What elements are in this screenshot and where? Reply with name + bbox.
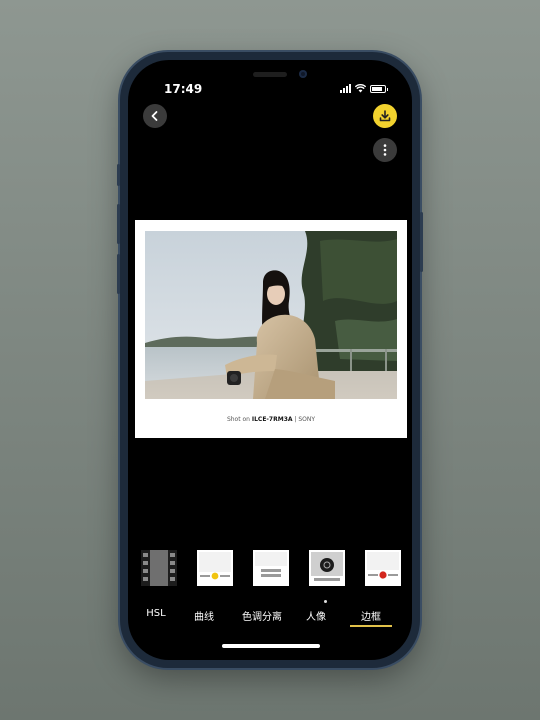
red-logo-bar-icon bbox=[365, 550, 401, 586]
mute-switch bbox=[117, 164, 120, 186]
home-indicator[interactable] bbox=[222, 644, 320, 648]
download-icon bbox=[379, 110, 391, 122]
caption-prefix: Shot on bbox=[226, 416, 252, 423]
wifi-icon bbox=[355, 84, 366, 93]
frame-style-text-bar[interactable] bbox=[253, 550, 289, 586]
chevron-left-icon bbox=[151, 111, 158, 121]
film-frame-icon bbox=[141, 550, 177, 586]
battery-icon bbox=[370, 84, 388, 93]
download-button[interactable] bbox=[373, 104, 397, 128]
tab-portrait[interactable]: 人像 bbox=[298, 608, 334, 623]
camera-brand: SONY bbox=[298, 416, 316, 423]
frame-style-logo-yellow[interactable] bbox=[197, 550, 233, 586]
tab-curves[interactable]: 曲线 bbox=[186, 608, 222, 623]
more-vertical-icon bbox=[383, 144, 387, 156]
front-camera bbox=[299, 70, 307, 78]
volume-up-button bbox=[117, 204, 120, 244]
frame-style-film[interactable] bbox=[141, 550, 177, 586]
camera-model: ILCE-7RM3A bbox=[251, 416, 293, 423]
active-tab-underline bbox=[350, 625, 392, 627]
tab-hsl[interactable]: HSL bbox=[138, 608, 174, 619]
frame-style-strip bbox=[128, 550, 412, 590]
volume-down-button bbox=[117, 254, 120, 294]
status-time: 17:49 bbox=[164, 82, 203, 96]
photo-caption: Shot on ILCE-7RM3A | SONY bbox=[135, 416, 407, 423]
phone-device: 17:49 Shot on ILCE-7RM3A | SONY HSL 曲线 色… bbox=[117, 52, 423, 668]
status-icons bbox=[340, 84, 388, 93]
app-screen: 17:49 Shot on ILCE-7RM3A | SONY HSL 曲线 色… bbox=[128, 60, 412, 660]
more-options-button[interactable] bbox=[373, 138, 397, 162]
photo bbox=[145, 231, 397, 399]
earpiece-speaker bbox=[253, 72, 287, 77]
tab-frame[interactable]: 边框 bbox=[353, 608, 389, 623]
cellular-signal-icon bbox=[340, 84, 351, 93]
frame-style-logo-red[interactable] bbox=[365, 550, 401, 586]
text-lines-icon bbox=[253, 550, 289, 586]
power-button bbox=[420, 212, 423, 272]
framed-photo-preview: Shot on ILCE-7RM3A | SONY bbox=[135, 220, 407, 438]
selected-indicator-dot bbox=[324, 600, 327, 603]
tab-split-toning[interactable]: 色调分离 bbox=[230, 608, 294, 623]
yellow-logo-bar-icon bbox=[197, 550, 233, 586]
circle-logo-icon bbox=[309, 550, 345, 586]
back-button[interactable] bbox=[143, 104, 167, 128]
frame-style-circle-logo[interactable] bbox=[309, 550, 345, 586]
